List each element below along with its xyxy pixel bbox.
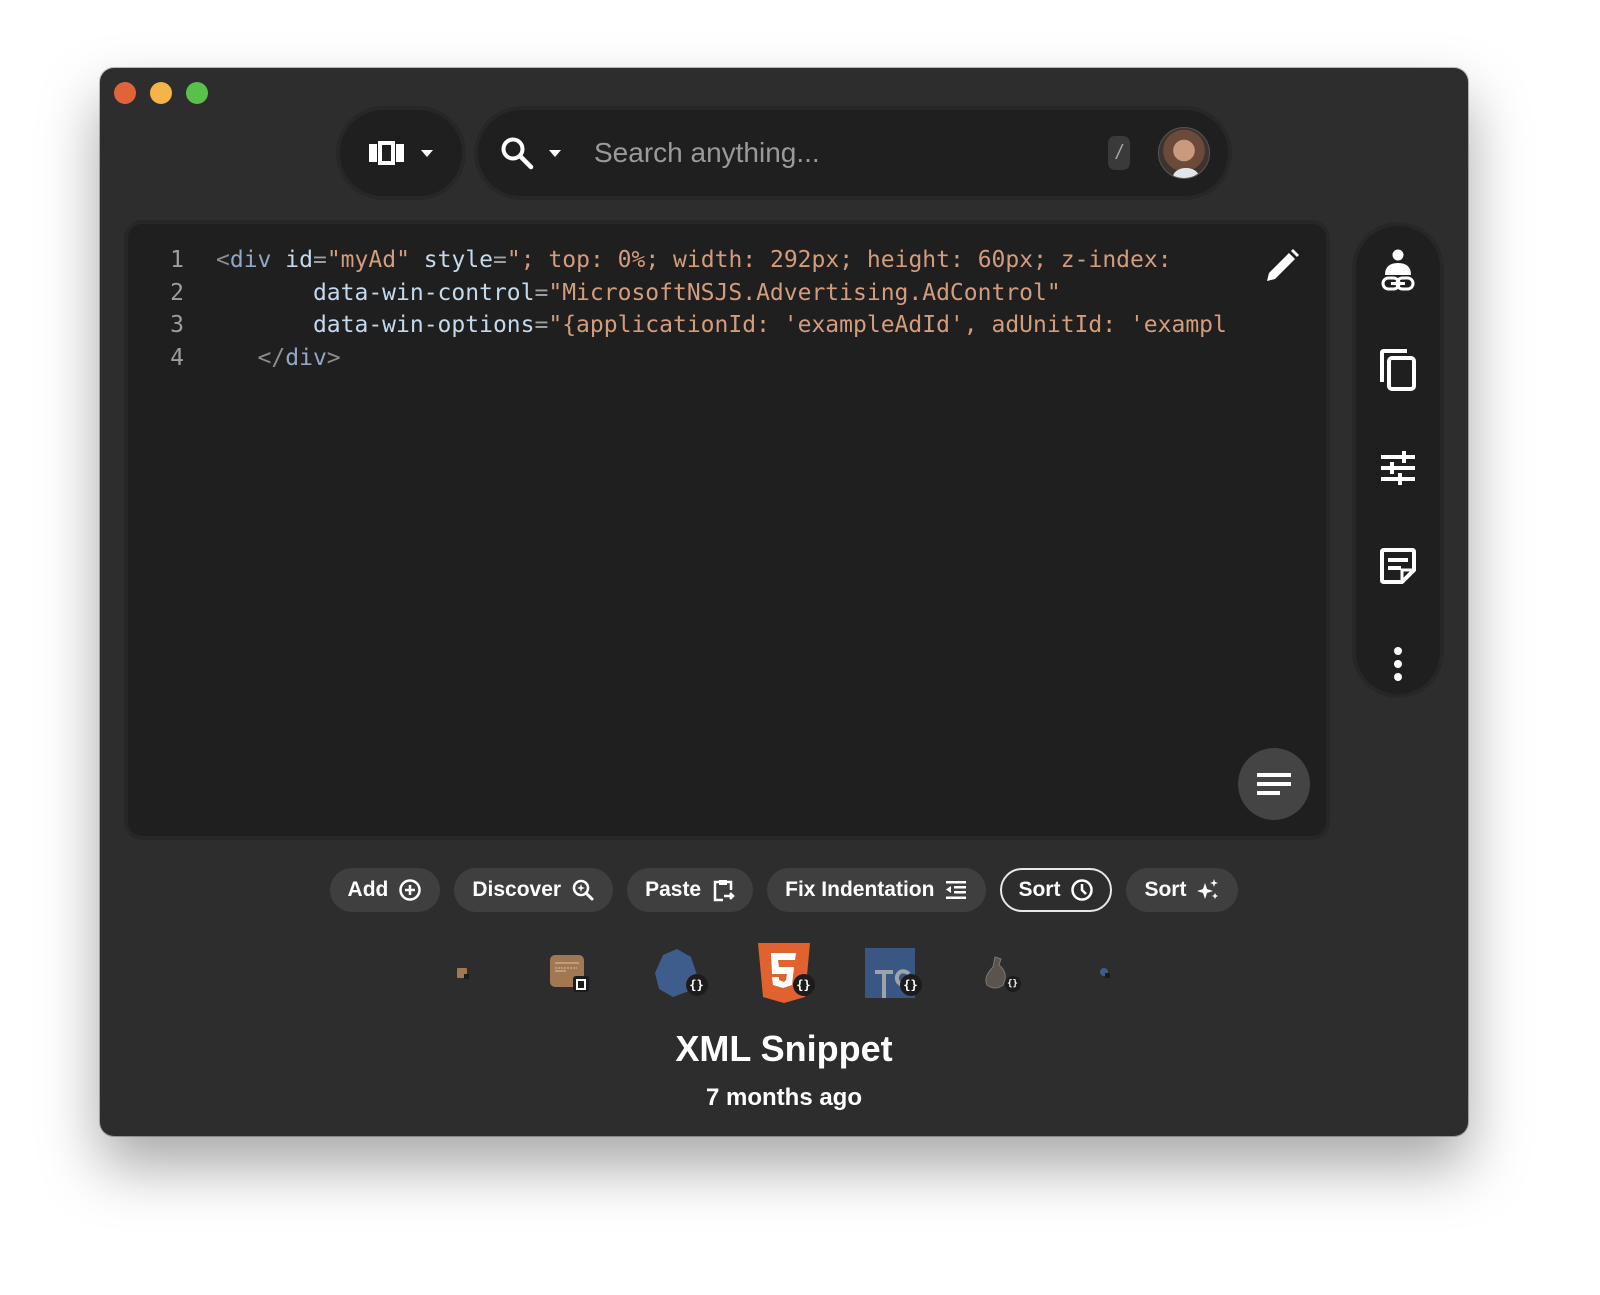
code-token: div: [285, 344, 327, 371]
maximize-window-button[interactable]: [186, 82, 208, 104]
note-snippet-icon: [457, 968, 469, 979]
plus-circle-icon: [399, 879, 422, 901]
copy-icon: [1380, 349, 1416, 391]
code-token: </: [257, 344, 286, 371]
caret-down-icon: [549, 150, 561, 157]
code-content[interactable]: 1 <div id="myAd" style="; top: 0%; width:…: [128, 244, 1326, 374]
notes-lines-icon: [1257, 773, 1291, 795]
line-number: 1: [170, 247, 184, 273]
search-input[interactable]: [594, 137, 1108, 169]
snippet-carousel: {} {} {} {}: [100, 940, 1468, 1006]
code-token: style: [423, 247, 494, 273]
sort-by-time-button[interactable]: Sort: [1000, 868, 1113, 912]
zoom-sparkle-icon: [572, 879, 594, 901]
code-token: "; top: 0%; width: 292px; height: 60px; …: [506, 247, 1172, 273]
shortcut-key-hint: /: [1108, 136, 1130, 170]
action-bar: Add Discover Paste Fix Indentation Sort …: [100, 868, 1468, 912]
snippet-item-note[interactable]: [517, 940, 624, 1006]
notes-button[interactable]: [1370, 538, 1426, 594]
line-number: 4: [170, 344, 184, 371]
share-link-button[interactable]: [1370, 244, 1426, 300]
code-token: "{applicationId: 'exampleAdId', adUnitId…: [548, 312, 1227, 338]
snippet-item-tiny-blue[interactable]: [1052, 940, 1159, 1006]
code-line[interactable]: 4 </div>: [128, 342, 1326, 375]
copy-button[interactable]: [1370, 342, 1426, 398]
code-token: id: [285, 247, 313, 273]
snippet-item-hexagon[interactable]: {}: [624, 940, 731, 1006]
search-bar: /: [478, 110, 1228, 196]
snippet-item-tiny-note[interactable]: [410, 940, 517, 1006]
code-line[interactable]: 3 data-win-options="{applicationId: 'exa…: [128, 309, 1326, 342]
line-number: 3: [170, 312, 184, 338]
sliders-icon: [1381, 451, 1415, 485]
line-source: data-win-control="MicrosoftNSJS.Advertis…: [184, 277, 1061, 310]
snippet-title: XML Snippet: [675, 1028, 893, 1069]
line-source: </div>: [184, 342, 341, 375]
line-number: 2: [170, 279, 184, 306]
code-token: "myAd": [326, 247, 410, 273]
snippet-item-sack[interactable]: {}: [945, 940, 1052, 1006]
paste-button[interactable]: Paste: [627, 868, 754, 912]
app-window: / 1<div id="myAd" style="; top: 0%; widt…: [100, 68, 1468, 1136]
code-line[interactable]: 1 <div id="myAd" style="; top: 0%; width:…: [128, 244, 1326, 277]
code-token: data-win-control: [312, 279, 535, 306]
sparkles-icon: [1197, 879, 1219, 899]
clipboard-paste-icon: [713, 880, 735, 902]
code-token: div: [229, 247, 272, 273]
code-token: >: [326, 344, 341, 371]
code-badge-icon: {}: [899, 974, 922, 996]
fix-indentation-button[interactable]: Fix Indentation: [767, 868, 987, 912]
code-token: <: [216, 247, 230, 273]
caret-down-icon: [421, 150, 433, 157]
add-button[interactable]: Add: [329, 868, 441, 912]
code-badge-icon: {}: [1004, 976, 1021, 992]
code-badge-icon: {}: [685, 974, 708, 996]
more-options-button[interactable]: [1370, 636, 1426, 692]
sticky-note-icon: [1380, 548, 1416, 584]
fix-indentation-button-label: Fix Indentation: [785, 878, 935, 901]
user-avatar[interactable]: [1158, 127, 1210, 179]
code-token: =: [493, 247, 507, 273]
note-snippet-icon: [550, 955, 589, 992]
code-badge-icon: {}: [792, 974, 815, 996]
code-token: =: [534, 312, 549, 338]
search-mode-button[interactable]: [500, 136, 562, 170]
edit-button[interactable]: [1262, 246, 1302, 286]
discover-button[interactable]: Discover: [454, 868, 614, 912]
code-token: "MicrosoftNSJS.Advertising.AdControl": [548, 279, 1061, 306]
code-token: =: [312, 247, 327, 273]
sort-smart-button[interactable]: Sort: [1126, 868, 1239, 912]
indent-icon: [946, 881, 967, 899]
minimize-window-button[interactable]: [150, 82, 172, 104]
line-source: data-win-options="{applicationId: 'examp…: [184, 309, 1227, 342]
code-line[interactable]: 2 data-win-control="MicrosoftNSJS.Advert…: [128, 277, 1326, 310]
sort-smart-button-label: Sort: [1144, 878, 1187, 901]
clock-icon: [1071, 879, 1094, 901]
side-action-rail: [1356, 226, 1440, 694]
code-editor[interactable]: 1 <div id="myAd" style="; top: 0%; width:…: [128, 224, 1326, 836]
line-source: <div id="myAd" style="; top: 0%; width: …: [184, 244, 1172, 277]
traffic-lights: [114, 82, 208, 104]
code-snippet-icon: [1100, 968, 1110, 978]
add-button-label: Add: [347, 878, 389, 901]
pencil-icon: [1267, 249, 1299, 281]
more-vertical-icon: [1394, 647, 1402, 681]
code-token: =: [534, 279, 549, 306]
adjust-button[interactable]: [1370, 440, 1426, 496]
snippet-timestamp: 7 months ago: [705, 1084, 862, 1111]
sort-by-time-button-label: Sort: [1018, 878, 1061, 901]
close-window-button[interactable]: [114, 82, 136, 104]
snippet-item-html5[interactable]: {}: [731, 940, 838, 1006]
paste-button-label: Paste: [645, 878, 702, 901]
view-switcher-button[interactable]: [340, 110, 462, 196]
person-link-icon: [1381, 249, 1415, 291]
carousel-view-icon: [369, 141, 404, 165]
format-text-button[interactable]: [1238, 748, 1310, 820]
discover-button-label: Discover: [472, 878, 562, 901]
snippet-item-typescript[interactable]: {}: [838, 940, 945, 1006]
search-icon: [501, 137, 534, 170]
code-token: data-win-options: [312, 312, 535, 338]
